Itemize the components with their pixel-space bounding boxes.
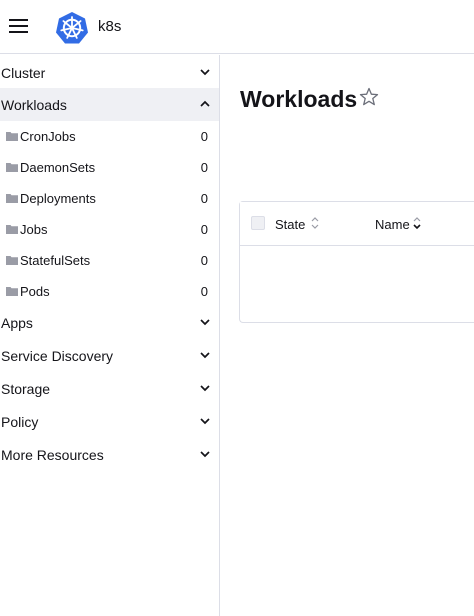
resource-count: 0 (200, 253, 208, 268)
chevron-down-icon (200, 451, 210, 458)
nav-group-label: Service Discovery (1, 347, 114, 364)
main-content: Workloads State Name (221, 55, 474, 616)
nav-item-deployments[interactable]: Deployments 0 (0, 183, 219, 214)
star-outline-icon[interactable] (359, 87, 379, 107)
nav-item-daemonsets[interactable]: DaemonSets 0 (0, 152, 219, 183)
resource-count: 0 (200, 129, 208, 144)
column-header-name[interactable]: Name (375, 217, 410, 232)
nav-group-label: Workloads (1, 96, 67, 113)
nav-item-label: Jobs (20, 222, 48, 237)
nav-item-cronjobs[interactable]: CronJobs 0 (0, 121, 219, 152)
table-header: State Name (240, 202, 474, 246)
nav-item-label: StatefulSets (20, 253, 91, 268)
resource-count: 0 (200, 160, 208, 175)
folder-icon (6, 225, 18, 234)
nav-item-statefulsets[interactable]: StatefulSets 0 (0, 245, 219, 276)
nav-group-storage[interactable]: Storage (0, 372, 219, 405)
chevron-up-icon (200, 100, 210, 107)
folder-icon (6, 163, 18, 172)
nav-group-workloads[interactable]: Workloads (0, 88, 219, 121)
nav-group-service-discovery[interactable]: Service Discovery (0, 339, 219, 372)
folder-icon (6, 132, 18, 141)
chevron-down-icon (200, 352, 210, 359)
hamburger-menu-icon[interactable] (8, 16, 30, 36)
folder-icon (6, 194, 18, 203)
nav-group-apps[interactable]: Apps (0, 306, 219, 339)
sort-down-icon[interactable] (412, 215, 422, 231)
sort-both-icon[interactable] (310, 215, 320, 231)
resource-count: 0 (200, 222, 208, 237)
nav-item-label: CronJobs (20, 129, 76, 144)
chevron-down-icon (200, 319, 210, 326)
nav-item-label: Pods (20, 284, 50, 299)
nav-group-label: More Resources (1, 446, 104, 463)
workloads-table: State Name (239, 201, 474, 323)
folder-icon (6, 256, 18, 265)
chevron-down-icon (200, 418, 210, 425)
top-header: k8s (0, 0, 474, 54)
nav-group-label: Apps (1, 314, 33, 331)
column-header-state[interactable]: State (275, 217, 305, 232)
nav-item-label: DaemonSets (20, 160, 96, 175)
kubernetes-logo-icon[interactable] (55, 11, 89, 45)
side-navigation: Cluster Workloads CronJobs 0 DaemonSets … (0, 55, 220, 616)
chevron-down-icon (200, 69, 210, 76)
folder-icon (6, 287, 18, 296)
nav-group-cluster[interactable]: Cluster (0, 56, 219, 89)
nav-item-pods[interactable]: Pods 0 (0, 276, 219, 307)
nav-group-label: Storage (1, 380, 51, 397)
nav-group-label: Cluster (1, 64, 46, 81)
chevron-down-icon (200, 385, 210, 392)
select-all-checkbox[interactable] (251, 216, 265, 230)
nav-group-more-resources[interactable]: More Resources (0, 438, 219, 471)
resource-count: 0 (200, 284, 208, 299)
nav-group-policy[interactable]: Policy (0, 405, 219, 438)
nav-item-jobs[interactable]: Jobs 0 (0, 214, 219, 245)
resource-count: 0 (200, 191, 208, 206)
cluster-name[interactable]: k8s (98, 18, 121, 35)
page-title: Workloads (240, 86, 358, 112)
nav-item-label: Deployments (20, 191, 96, 206)
nav-group-label: Policy (1, 413, 39, 430)
